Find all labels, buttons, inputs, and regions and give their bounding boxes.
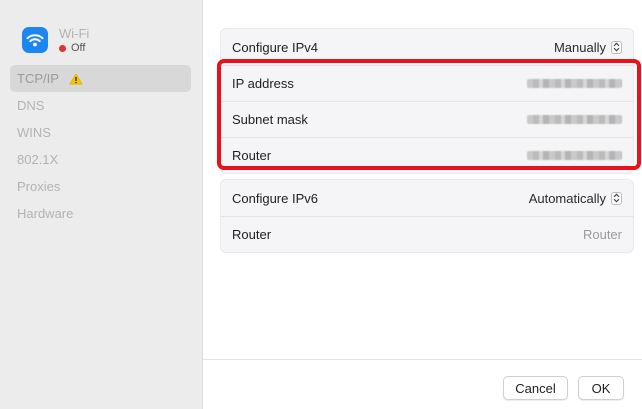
ipv4-router-field[interactable]	[527, 151, 622, 160]
sidebar: Wi-Fi Off TCP/IP DNS WINS 802.1X Proxies…	[0, 0, 203, 409]
up-down-chevron-icon	[611, 40, 622, 54]
status-dot-icon	[59, 44, 66, 52]
ipv6-group: Configure IPv6 Automatically Router Rout…	[220, 179, 634, 253]
up-down-chevron-icon	[611, 191, 622, 205]
sidebar-item-label: Hardware	[17, 206, 74, 221]
ipv4-router-label: Router	[232, 148, 272, 163]
configure-ipv4-value: Manually	[553, 39, 606, 55]
sidebar-item-label: Proxies	[17, 179, 61, 194]
ip-address-row: IP address	[221, 65, 633, 101]
ip-address-label: IP address	[232, 76, 294, 91]
subnet-mask-label: Subnet mask	[232, 112, 308, 127]
interface-status-text: Off	[71, 42, 86, 54]
sidebar-item-wins[interactable]: WINS	[10, 119, 191, 146]
sidebar-item-dns[interactable]: DNS	[10, 92, 191, 119]
ipv6-router-field[interactable]: Router	[583, 227, 622, 242]
ok-button[interactable]: OK	[578, 376, 624, 400]
sidebar-item-label: 802.1X	[17, 152, 59, 167]
ipv6-router-row: Router Router	[221, 216, 633, 252]
sidebar-item-label: TCP/IP	[17, 71, 59, 86]
configure-ipv6-value: Automatically	[528, 190, 606, 206]
configure-ipv4-label: Configure IPv4	[232, 39, 318, 55]
ipv4-router-row: Router	[221, 137, 633, 173]
footer-divider	[203, 359, 642, 360]
subnet-mask-row: Subnet mask	[221, 101, 633, 137]
configure-ipv6-row: Configure IPv6 Automatically	[221, 180, 633, 216]
sidebar-item-label: DNS	[17, 98, 45, 113]
ipv4-group: Configure IPv4 Manually IP address Subne…	[220, 28, 634, 174]
ip-address-field[interactable]	[527, 79, 622, 88]
wifi-icon	[22, 27, 48, 53]
sidebar-item-label: WINS	[17, 125, 51, 140]
subnet-mask-field[interactable]	[527, 115, 622, 124]
sidebar-item-hardware[interactable]: Hardware	[10, 200, 191, 227]
cancel-button[interactable]: Cancel	[503, 376, 568, 400]
ipv6-router-label: Router	[232, 227, 272, 242]
sidebar-item-proxies[interactable]: Proxies	[10, 173, 191, 200]
interface-name: Wi-Fi	[59, 26, 90, 41]
sidebar-item-tcpip[interactable]: TCP/IP	[10, 65, 191, 92]
configure-ipv4-select[interactable]: Manually	[554, 40, 622, 55]
configure-ipv6-select[interactable]: Automatically	[529, 191, 622, 206]
main-pane: Configure IPv4 Manually IP address Subne…	[203, 0, 642, 409]
interface-status: Off	[59, 42, 85, 54]
sidebar-nav: TCP/IP DNS WINS 802.1X Proxies Hardware	[10, 65, 191, 227]
configure-ipv4-row: Configure IPv4 Manually	[221, 29, 633, 65]
configure-ipv6-label: Configure IPv6	[232, 190, 318, 206]
sidebar-item-8021x[interactable]: 802.1X	[10, 146, 191, 173]
warning-icon	[69, 73, 83, 85]
